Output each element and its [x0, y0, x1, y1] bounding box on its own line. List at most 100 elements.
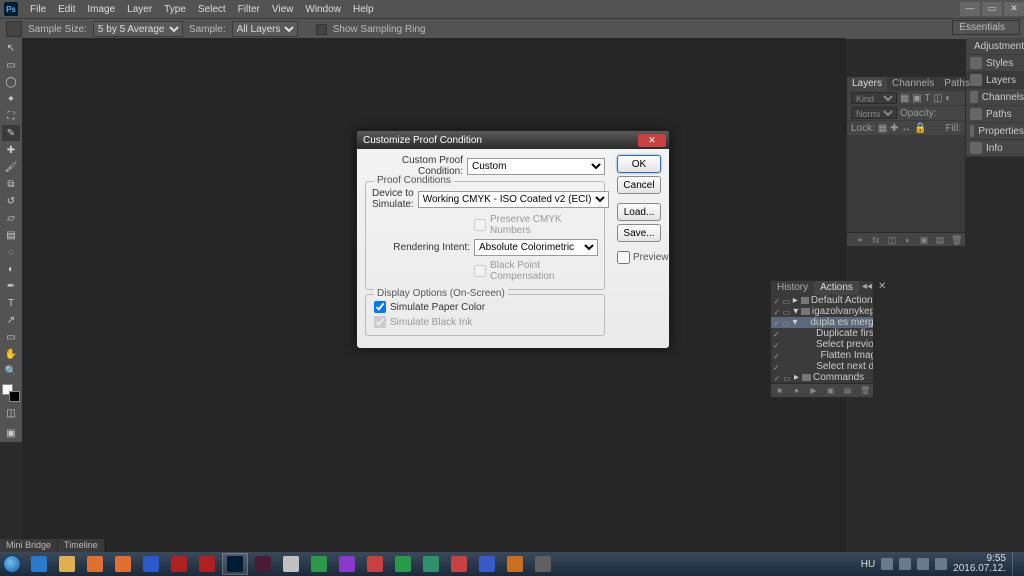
dialog-titlebar[interactable]: Customize Proof Condition ✕: [357, 131, 669, 149]
blend-mode[interactable]: Normal: [851, 107, 897, 119]
taskbar-illustrator[interactable]: [502, 553, 528, 575]
language-indicator[interactable]: HU: [861, 559, 875, 570]
shape-tool[interactable]: ▭: [2, 329, 20, 345]
taskbar-app6[interactable]: [530, 553, 556, 575]
quick-mask[interactable]: ◫: [2, 408, 20, 422]
wand-tool[interactable]: ✦: [2, 91, 20, 107]
toggle-icon[interactable]: ▭: [782, 319, 790, 327]
lasso-tool[interactable]: ◯: [2, 74, 20, 90]
stamp-tool[interactable]: ⧉: [2, 176, 20, 192]
check-icon[interactable]: ✓: [773, 319, 780, 327]
taskbar-internet-explorer[interactable]: [26, 553, 52, 575]
toggle-icon[interactable]: [782, 363, 788, 371]
taskbar-corel[interactable]: [418, 553, 444, 575]
load-button[interactable]: Load...: [617, 203, 661, 221]
twisty-icon[interactable]: ▾: [792, 306, 799, 317]
sampling-ring-checkbox[interactable]: [316, 24, 327, 35]
group-icon[interactable]: ▣: [919, 235, 929, 245]
tab-history[interactable]: History: [771, 281, 814, 295]
toggle-icon[interactable]: [782, 341, 787, 349]
menu-type[interactable]: Type: [158, 4, 192, 15]
simulate-paper-checkbox[interactable]: [374, 301, 386, 313]
type-tool[interactable]: T: [2, 295, 20, 311]
crop-tool[interactable]: ⛶: [2, 108, 20, 124]
start-button[interactable]: [0, 552, 24, 576]
twisty-icon[interactable]: ▸: [793, 372, 800, 383]
check-icon[interactable]: ✓: [773, 352, 780, 360]
panel-channels[interactable]: Channels: [966, 89, 1024, 106]
link-layers-icon[interactable]: ⚭: [855, 235, 865, 245]
mask-icon[interactable]: ◫: [887, 235, 897, 245]
panel-adjustments[interactable]: Adjustments: [966, 38, 1024, 55]
maximize-button[interactable]: ▭: [982, 2, 1002, 16]
action-row[interactable]: ✓▭▾igazolvanykep: [771, 306, 873, 317]
menu-file[interactable]: File: [24, 4, 52, 15]
taskbar-app1[interactable]: [306, 553, 332, 575]
eyedropper-tool[interactable]: ✎: [2, 125, 20, 141]
panel-properties[interactable]: Properties: [966, 123, 1024, 140]
action-row[interactable]: ✓Select previous d...: [771, 339, 873, 350]
tab-channels[interactable]: Channels: [887, 77, 939, 91]
fx-icon[interactable]: fx: [871, 235, 881, 245]
device-select[interactable]: Working CMYK - ISO Coated v2 (ECI): [418, 191, 609, 208]
close-button[interactable]: ✕: [1004, 2, 1024, 16]
record-icon[interactable]: ●: [792, 386, 801, 395]
hand-tool[interactable]: ✋: [2, 346, 20, 362]
toggle-icon[interactable]: [782, 330, 787, 338]
check-icon[interactable]: ✓: [773, 341, 780, 349]
taskbar-app5[interactable]: [474, 553, 500, 575]
delete-layer-icon[interactable]: 🗑: [951, 235, 961, 245]
taskbar-file-explorer[interactable]: [54, 553, 80, 575]
menu-image[interactable]: Image: [81, 4, 121, 15]
taskbar-excel[interactable]: [390, 553, 416, 575]
tab-timeline[interactable]: Timeline: [58, 539, 105, 552]
pen-tool[interactable]: ✒: [2, 278, 20, 294]
tab-actions[interactable]: Actions: [814, 281, 859, 295]
brush-tool[interactable]: 🖌: [2, 159, 20, 175]
tab-layers[interactable]: Layers: [847, 77, 887, 91]
taskbar-media-player[interactable]: [82, 553, 108, 575]
minimize-button[interactable]: —: [960, 2, 980, 16]
check-icon[interactable]: ✓: [773, 363, 780, 371]
taskbar-app3[interactable]: [362, 553, 388, 575]
menu-help[interactable]: Help: [347, 4, 380, 15]
adjustment-icon[interactable]: ◐: [903, 235, 913, 245]
history-brush-tool[interactable]: ↺: [2, 193, 20, 209]
ok-button[interactable]: OK: [617, 155, 661, 173]
menu-edit[interactable]: Edit: [52, 4, 81, 15]
clock[interactable]: 9:55 2016.07.12.: [953, 554, 1006, 574]
move-tool[interactable]: ↖: [2, 40, 20, 56]
panel-styles[interactable]: Styles: [966, 55, 1024, 72]
dialog-close-icon[interactable]: ✕: [638, 134, 666, 147]
menu-layer[interactable]: Layer: [121, 4, 158, 15]
toggle-icon[interactable]: ▭: [783, 374, 791, 382]
action-row[interactable]: ✓Flatten Image: [771, 350, 873, 361]
action-row[interactable]: ✓Duplicate first do...: [771, 328, 873, 339]
taskbar-firefox[interactable]: [110, 553, 136, 575]
stop-icon[interactable]: ■: [775, 386, 784, 395]
healing-tool[interactable]: ✚: [2, 142, 20, 158]
panel-collapse-icon[interactable]: ◂◂: [859, 281, 875, 295]
panel-info[interactable]: Info: [966, 140, 1024, 157]
path-tool[interactable]: ↗: [2, 312, 20, 328]
kind-filter[interactable]: Kind: [851, 92, 897, 104]
action-row[interactable]: ✓Select next docu...: [771, 361, 873, 372]
twisty-icon[interactable]: ▸: [792, 295, 799, 306]
new-set-icon[interactable]: ▣: [826, 386, 835, 395]
check-icon[interactable]: ✓: [773, 330, 780, 338]
toggle-icon[interactable]: ▭: [782, 297, 790, 305]
tab-mini-bridge[interactable]: Mini Bridge: [0, 539, 58, 552]
taskbar-acrobat[interactable]: [194, 553, 220, 575]
panel-close-icon[interactable]: ✕: [875, 281, 889, 295]
preview-checkbox[interactable]: [617, 251, 630, 264]
play-icon[interactable]: ▶: [809, 386, 818, 395]
menu-filter[interactable]: Filter: [232, 4, 266, 15]
cancel-button[interactable]: Cancel: [617, 176, 661, 194]
blur-tool[interactable]: ◌: [2, 244, 20, 260]
tray-volume-icon[interactable]: [935, 558, 947, 570]
taskbar-app2[interactable]: [334, 553, 360, 575]
taskbar-totalcmd[interactable]: [278, 553, 304, 575]
check-icon[interactable]: ✓: [773, 308, 781, 316]
gradient-tool[interactable]: ▤: [2, 227, 20, 243]
check-icon[interactable]: ✓: [773, 297, 780, 305]
